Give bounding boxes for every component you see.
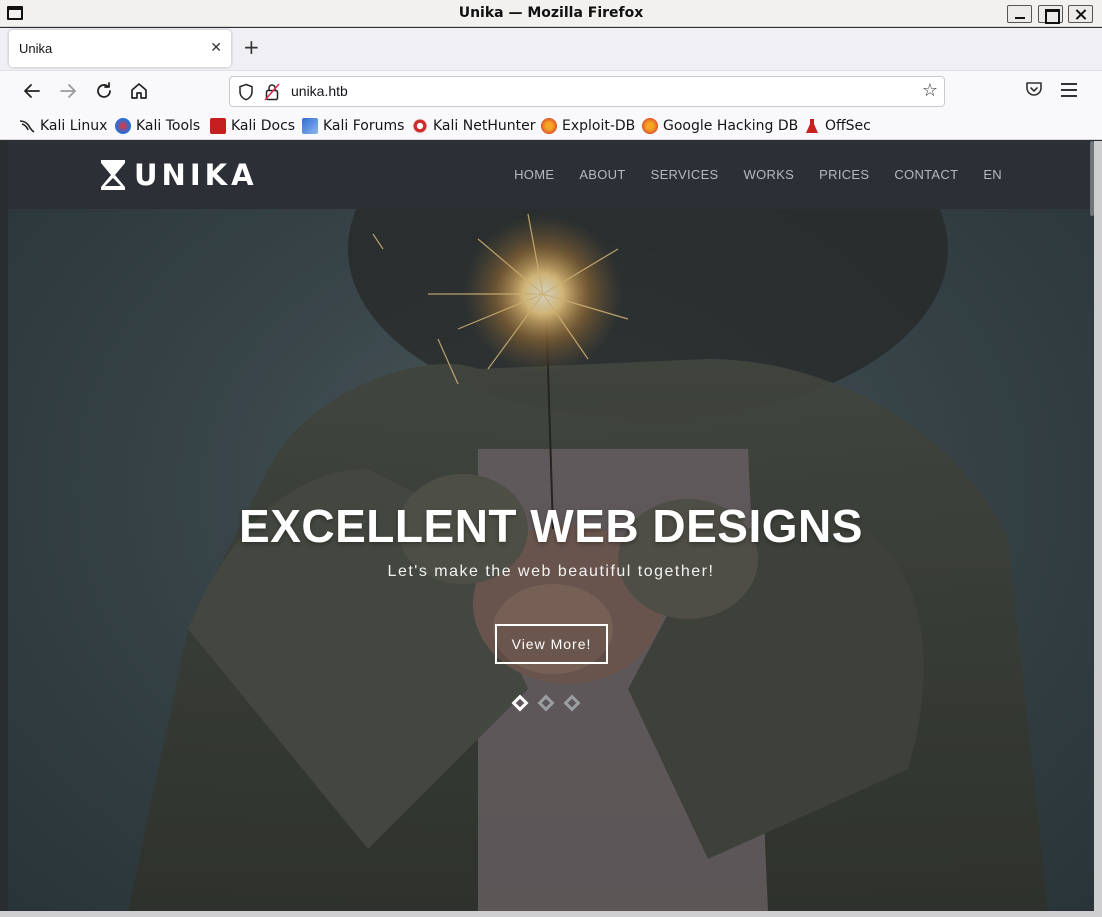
forward-button[interactable] — [56, 79, 80, 103]
offsec-icon — [806, 119, 818, 133]
back-button[interactable] — [20, 79, 44, 103]
window-left-edge — [0, 141, 8, 917]
bookmark-label: Kali NetHunter — [433, 118, 536, 134]
bookmark-label: Kali Linux — [40, 118, 108, 134]
exploit-db-icon — [541, 118, 557, 134]
bookmark-label: Kali Docs — [231, 118, 296, 134]
new-tab-button[interactable]: + — [243, 37, 260, 57]
logo-text: UNIKA — [134, 158, 258, 192]
bookmark-label: Google Hacking DB — [663, 118, 799, 134]
close-tab-icon[interactable]: ✕ — [210, 40, 222, 56]
slide-dot-2[interactable] — [537, 694, 555, 712]
tab-title: Unika — [19, 41, 53, 56]
tab-unika[interactable]: Unika ✕ — [9, 30, 231, 67]
pocket-icon[interactable] — [1025, 80, 1043, 98]
nav-prices[interactable]: PRICES — [819, 167, 869, 182]
nav-services[interactable]: SERVICES — [651, 167, 719, 182]
bookmark-label: Kali Forums — [323, 118, 405, 134]
tab-strip: Unika ✕ + — [0, 28, 1102, 70]
hourglass-logo-icon — [101, 160, 125, 190]
kali-tools-icon — [115, 118, 131, 134]
reload-icon — [97, 82, 111, 98]
view-more-button[interactable]: View More! — [495, 624, 608, 664]
kali-dragon-icon — [19, 120, 35, 133]
site-logo[interactable]: UNIKA — [100, 158, 258, 192]
reload-button[interactable] — [92, 79, 116, 103]
bookmarks-toolbar: Kali Linux Kali Tools Kali Docs Kali For… — [0, 111, 1102, 140]
hero-overlay — [8, 209, 1094, 911]
bookmark-star-icon[interactable]: ☆ — [922, 80, 938, 101]
slider-pagination — [511, 694, 581, 712]
bookmark-offsec[interactable]: OffSec — [804, 117, 871, 135]
bookmark-label: OffSec — [825, 118, 871, 134]
window-right-edge — [1094, 141, 1102, 917]
maximize-button[interactable] — [1038, 5, 1063, 24]
hero-subtitle: Let's make the web beautiful together! — [387, 563, 715, 580]
nav-contact[interactable]: CONTACT — [894, 167, 958, 182]
url-text[interactable]: unika.htb — [291, 83, 348, 99]
kali-docs-icon — [210, 118, 226, 134]
kali-forums-icon — [302, 118, 318, 134]
hero-slider: EXCELLENT WEB DESIGNS Let's make the web… — [8, 209, 1094, 911]
hero-title: EXCELLENT WEB DESIGNS — [239, 500, 863, 552]
ghdb-icon — [642, 118, 658, 134]
nav-language[interactable]: EN — [983, 167, 1002, 182]
arrow-right-icon — [60, 84, 76, 98]
page-scrollbar[interactable] — [1090, 141, 1094, 216]
close-window-button[interactable] — [1068, 5, 1093, 23]
nav-works[interactable]: WORKS — [744, 167, 795, 182]
nav-home[interactable]: HOME — [514, 167, 554, 182]
kali-nethunter-icon — [412, 118, 428, 134]
bookmark-exploit-db[interactable]: Exploit-DB — [541, 117, 635, 135]
window-title: Unika — Mozilla Firefox — [458, 5, 644, 21]
url-bar[interactable]: unika.htb ☆ — [229, 76, 945, 107]
web-page: UNIKA HOME ABOUT SERVICES WORKS PRICES C… — [8, 141, 1094, 911]
window-titlebar: Unika — Mozilla Firefox — [0, 0, 1102, 27]
minimize-button[interactable] — [1007, 5, 1032, 23]
nav-about[interactable]: ABOUT — [579, 167, 625, 182]
bookmark-label: Exploit-DB — [562, 118, 636, 134]
bookmark-kali-linux[interactable]: Kali Linux — [19, 117, 107, 135]
bookmark-kali-docs[interactable]: Kali Docs — [210, 117, 295, 135]
tracking-shield-icon[interactable] — [238, 83, 254, 101]
arrow-left-icon — [24, 84, 40, 98]
bookmark-kali-tools[interactable]: Kali Tools — [115, 117, 200, 135]
bookmark-label: Kali Tools — [136, 118, 201, 134]
bookmark-kali-forums[interactable]: Kali Forums — [302, 117, 404, 135]
home-icon — [131, 83, 147, 99]
bookmark-kali-nethunter[interactable]: Kali NetHunter — [412, 117, 535, 135]
slide-dot-1[interactable] — [511, 694, 529, 712]
slide-dot-3[interactable] — [563, 694, 581, 712]
bookmark-google-hacking-db[interactable]: Google Hacking DB — [642, 117, 798, 135]
site-header: UNIKA HOME ABOUT SERVICES WORKS PRICES C… — [8, 141, 1094, 209]
window-bottom-edge — [0, 911, 1102, 917]
home-button[interactable] — [127, 79, 151, 103]
app-menu-icon[interactable] — [1061, 83, 1077, 101]
insecure-lock-icon[interactable] — [264, 83, 280, 101]
site-nav: HOME ABOUT SERVICES WORKS PRICES CONTACT… — [514, 167, 1002, 182]
nav-toolbar: unika.htb ☆ — [0, 70, 1102, 111]
